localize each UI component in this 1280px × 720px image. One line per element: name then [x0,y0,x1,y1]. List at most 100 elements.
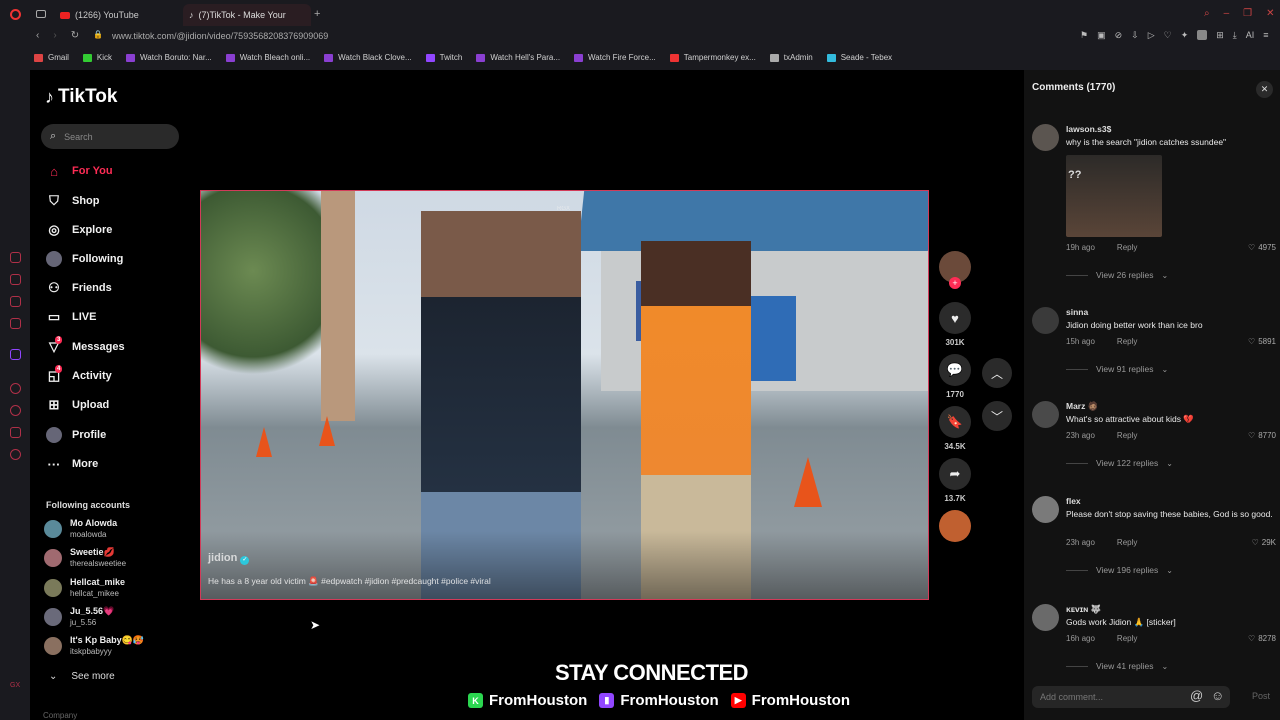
next-video-button[interactable]: ﹀ [982,401,1012,431]
share-button[interactable]: ➦ 13.7K [939,458,971,503]
avatar[interactable] [1032,604,1059,631]
reply-button[interactable]: Reply [1117,634,1137,643]
music-disc[interactable] [939,510,971,542]
reply-button[interactable]: Reply [1117,431,1137,440]
nav-item-friends[interactable]: ⚇ Friends [46,277,112,299]
comment-username[interactable]: flex [1066,496,1081,506]
bookmark-item[interactable]: Twitch [425,53,462,62]
bookmark-item[interactable]: txAdmin [769,53,813,62]
bookmark-page-icon[interactable]: ⚑ [1080,30,1088,41]
workspaces-icon[interactable] [36,10,46,18]
back-icon[interactable]: ‹ [36,30,39,41]
bookmark-item[interactable]: Kick [82,53,112,62]
comment-like-button[interactable]: ♡ 8278 [1248,634,1276,643]
view-replies-button[interactable]: View 91 replies ⌄ [1066,364,1168,374]
download-icon[interactable]: ⇩ [1131,30,1139,41]
comment-username[interactable]: Marz 🧔🏽 [1066,401,1098,412]
comment-button[interactable]: 💬 1770 [939,354,971,399]
opera-icon[interactable] [10,9,21,20]
aria-ai-button[interactable]: AI [1246,30,1255,41]
company-link[interactable]: Company [43,711,77,720]
following-account[interactable]: Ju_5.56💗 ju_5.56 [44,606,114,628]
reply-button[interactable]: Reply [1117,538,1137,547]
search-input[interactable]: ⌕ Search [41,124,179,149]
view-replies-button[interactable]: View 26 replies ⌄ [1066,270,1168,280]
heart-icon[interactable]: ♡ [1164,30,1172,41]
sidebar-extension-icon[interactable] [10,296,21,307]
comment-like-button[interactable]: ♡ 5891 [1248,337,1276,346]
bookmark-item[interactable]: Tampermonkey ex... [669,53,756,62]
following-account[interactable]: Mo Alowda moalowda [44,518,117,540]
block-icon[interactable]: ⊘ [1115,30,1123,41]
reload-icon[interactable]: ↻ [71,30,79,41]
save-button[interactable]: 🔖 34.5K [939,406,971,451]
comment-username[interactable]: ᴋᴇᴠɪɴ 🐺 [1066,604,1101,615]
close-comments-button[interactable]: ✕ [1256,81,1273,98]
like-button[interactable]: ♥ 301K [939,302,971,347]
tab-tiktok[interactable]: ♪ (7)TikTok - Make Your [183,4,311,26]
menu-icon[interactable]: ≡ [1263,30,1268,41]
avatar[interactable] [1032,307,1059,334]
nav-item-messages[interactable]: ▽ 3 Messages [46,336,125,358]
nav-item-for-you[interactable]: ⌂ For You [46,160,112,182]
comment-like-button[interactable]: ♡ 8770 [1248,431,1276,440]
url-field[interactable]: www.tiktok.com/@jidion/video/75935682083… [112,31,328,41]
following-account[interactable]: Sweetie💋 therealsweetiee [44,547,126,569]
gx-icon[interactable]: GX [10,682,20,689]
close-icon[interactable]: ✕ [1266,8,1274,19]
forward-icon[interactable]: › [53,30,56,41]
bookmark-item[interactable]: Watch Fire Force... [574,53,656,62]
sidebar-settings-icon[interactable] [10,449,21,460]
comment-like-button[interactable]: ♡ 4975 [1248,243,1276,252]
see-more-button[interactable]: ⌄ See more [49,671,115,682]
minimize-icon[interactable]: – [1224,8,1230,19]
video-player[interactable] [200,190,929,600]
bookmark-item[interactable]: Watch Hell's Para... [476,53,560,62]
sidebar-chat-icon[interactable] [10,252,21,263]
sidebar-shapes-icon[interactable] [10,427,21,438]
avatar[interactable] [1032,496,1059,523]
nav-item-profile[interactable]: Profile [46,424,106,446]
view-replies-button[interactable]: View 122 replies ⌄ [1066,458,1173,468]
emoji-icon[interactable]: ☺ [1211,688,1224,703]
sidebar-clock-icon[interactable] [10,405,21,416]
video-author[interactable]: jidion ✓ [208,552,250,565]
sidebar-twitch-icon[interactable] [10,349,21,360]
nav-item-explore[interactable]: ◎ Explore [46,219,112,241]
nav-item-more[interactable]: ··· More [46,453,99,475]
reply-button[interactable]: Reply [1117,337,1137,346]
nav-item-activity[interactable]: ◱ 4 Activity [46,365,112,387]
avatar[interactable] [1032,124,1059,151]
downloads-icon[interactable]: ⤓ [1233,30,1237,41]
nav-item-shop[interactable]: ⛉ Shop [46,190,99,212]
snapshot-icon[interactable]: ▣ [1097,30,1106,41]
bookmark-item[interactable]: Gmail [34,53,69,62]
new-tab-button[interactable]: + [314,8,320,20]
tiktok-logo[interactable]: ♪ TikTok [45,86,117,108]
bookmark-item[interactable]: Seade - Tebex [826,53,892,62]
nav-item-live[interactable]: ▭ LIVE [46,306,97,328]
pin-icon[interactable]: ⊞ [1216,30,1224,41]
avatar[interactable] [1032,401,1059,428]
sidebar-messenger-icon[interactable] [10,318,21,329]
comment-username[interactable]: sinna [1066,307,1088,317]
profile-icon[interactable] [1197,30,1208,40]
comment-like-button[interactable]: ♡ 29K [1252,538,1276,547]
following-account[interactable]: It's Kp Baby😋🥵 itskpbabyyy [44,635,144,657]
follow-plus-icon[interactable]: + [949,277,961,289]
view-replies-button[interactable]: View 196 replies ⌄ [1066,565,1173,575]
mention-icon[interactable]: @ [1190,688,1203,703]
following-account[interactable]: Hellcat_mike hellcat_mikee [44,577,125,599]
reply-button[interactable]: Reply [1117,243,1137,252]
nav-item-following[interactable]: Following [46,248,123,270]
bookmark-item[interactable]: Watch Bleach onli... [225,53,310,62]
view-replies-button[interactable]: View 41 replies ⌄ [1066,661,1168,671]
extensions-icon[interactable]: ✦ [1181,30,1189,41]
previous-video-button[interactable]: ︿ [982,358,1012,388]
post-button[interactable]: Post [1252,691,1270,701]
bookmark-item[interactable]: Watch Black Clove... [324,53,412,62]
bookmark-item[interactable]: Watch Boruto: Nar... [126,53,212,62]
tab-youtube[interactable]: (1266) YouTube [54,4,145,26]
maximize-icon[interactable]: ❐ [1243,8,1252,19]
play-icon[interactable]: ▷ [1148,30,1155,41]
